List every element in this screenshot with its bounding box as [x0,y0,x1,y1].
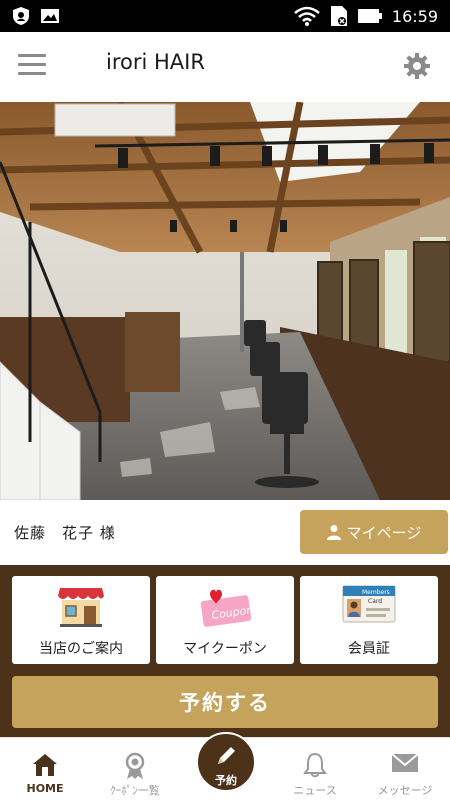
nav-label-news: ニュース [293,784,337,797]
svg-text:Card: Card [368,598,382,605]
nav-item-news[interactable]: ニュース [270,738,360,800]
nav-label-coupon-list: ｸｰﾎﾟﾝ一覧 [110,784,160,797]
status-bar: 16:59 [0,0,450,32]
status-time: 16:59 [391,6,438,26]
shop-icon [58,588,104,627]
coupon-icon: Coupon [200,589,254,627]
nav-item-coupon-list[interactable]: ｸｰﾎﾟﾝ一覧 [90,738,180,800]
members-card-icon: Members Card [342,585,396,623]
tile-shop-info-label: 当店のご案内 [39,641,123,657]
shield-icon [13,7,29,25]
nav-label-home: HOME [26,782,64,795]
tile-members-card[interactable]: Members Card 会員証 [300,576,438,664]
tile-my-coupon-label: マイクーポン [183,641,267,657]
hero-image [0,102,450,500]
nav-label-message: メッセージ [377,784,433,797]
coupon-list-icon [125,752,145,779]
salon-interior-photo [0,102,450,500]
tile-members-card-label: 会員証 [348,641,390,657]
svg-text:Members: Members [362,589,390,596]
mypage-label: マイページ [346,523,422,542]
user-name: 佐藤 花子 様 [14,524,116,542]
gear-icon[interactable] [402,51,432,81]
wifi-icon [294,6,320,26]
reserve-button[interactable]: 予約する [12,676,438,728]
nav-item-reserve[interactable]: 予約 [196,732,256,792]
menu-panel: 当店のご案内 Coupon マイクーポン Members Card 会員証 予約… [0,565,450,737]
tile-my-coupon[interactable]: Coupon マイクーポン [156,576,294,664]
image-icon [41,9,59,23]
mypage-button[interactable]: マイページ [300,510,448,554]
battery-icon [357,9,382,23]
app-title: irori HAIR [106,50,205,74]
tile-shop-info[interactable]: 当店のご案内 [12,576,150,664]
user-row: 佐藤 花子 様 マイページ [0,500,450,565]
bottom-nav: HOME ｸｰﾎﾟﾝ一覧 予約 ニュース メッセージ [0,732,450,800]
bell-icon [303,752,327,778]
home-icon [33,754,57,776]
nav-item-home[interactable]: HOME [0,738,90,800]
person-icon [326,525,341,540]
pen-icon [218,747,235,764]
app-header: irori HAIR [0,32,450,102]
sim-icon [330,6,347,26]
nav-item-message[interactable]: メッセージ [360,738,450,800]
mail-icon [391,753,419,772]
nav-label-reserve: 予約 [215,774,237,787]
hamburger-menu-icon[interactable] [18,54,46,78]
